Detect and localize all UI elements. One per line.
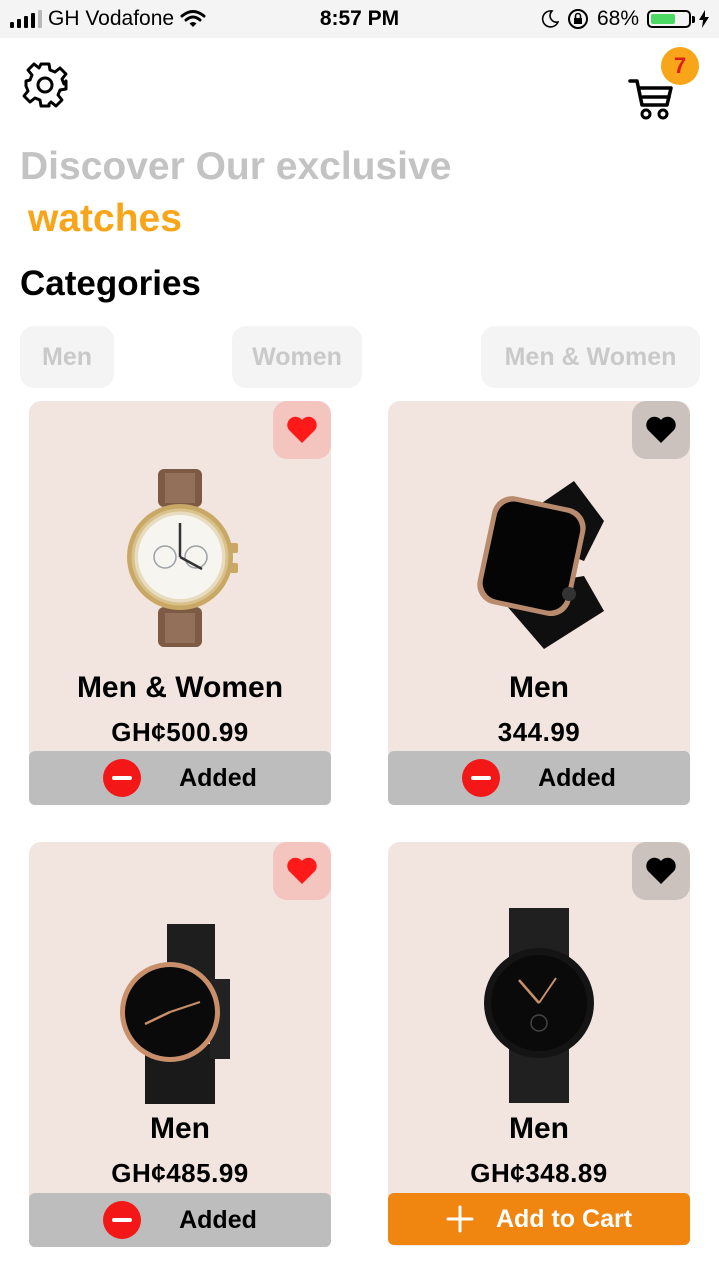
product-title: Men & Women bbox=[76, 671, 284, 704]
minus-circle-icon bbox=[103, 1201, 142, 1239]
product-title: Men bbox=[150, 1112, 210, 1145]
add-to-cart-button[interactable]: Add to Cart bbox=[388, 1193, 690, 1245]
category-chip-women[interactable]: Women bbox=[232, 326, 362, 388]
heart-filled-icon bbox=[646, 857, 676, 884]
product-title: Men bbox=[509, 671, 569, 704]
favorite-button[interactable] bbox=[273, 842, 331, 900]
product-price: GH¢348.89 bbox=[470, 1158, 608, 1188]
cart-action-label: Added bbox=[538, 763, 616, 792]
remove-from-cart-button[interactable]: Added bbox=[388, 751, 690, 805]
product-price: GH¢485.99 bbox=[111, 1158, 249, 1188]
moon-icon bbox=[541, 10, 559, 28]
minus-circle-icon bbox=[103, 759, 142, 797]
favorite-button[interactable] bbox=[632, 842, 690, 900]
favorite-button[interactable] bbox=[632, 401, 690, 459]
cart-count-badge: 7 bbox=[661, 47, 699, 85]
orientation-lock-icon bbox=[567, 9, 588, 29]
heart-filled-icon bbox=[646, 416, 676, 443]
product-card[interactable]: Men GH¢485.99 bbox=[29, 842, 331, 1246]
cart-action-label: Added bbox=[179, 1205, 257, 1234]
product-image-rose-gold-watch bbox=[29, 924, 331, 1104]
heart-filled-icon bbox=[287, 857, 317, 884]
product-image-chronograph bbox=[29, 469, 331, 649]
status-bar: GH Vodafone 8:57 PM 68% bbox=[0, 0, 719, 38]
cart-action-label: Add to Cart bbox=[495, 1204, 633, 1233]
minus-circle-icon bbox=[462, 759, 501, 797]
hero-highlight: watches bbox=[28, 197, 182, 240]
product-price: GH¢500.99 bbox=[111, 717, 249, 747]
gear-icon bbox=[22, 62, 68, 108]
categories-title: Categories bbox=[20, 264, 201, 303]
remove-from-cart-button[interactable]: Added bbox=[29, 1193, 331, 1247]
battery-icon bbox=[647, 10, 695, 28]
product-image-smartwatch bbox=[388, 481, 690, 651]
status-right: 68% bbox=[541, 7, 709, 31]
cart-action-label: Added bbox=[179, 763, 257, 792]
heart-filled-icon bbox=[287, 416, 317, 443]
plus-icon bbox=[446, 1205, 474, 1233]
favorite-button[interactable] bbox=[273, 401, 331, 459]
charging-icon bbox=[699, 10, 709, 28]
battery-percent: 68% bbox=[596, 7, 639, 30]
product-image-black-mesh-watch bbox=[388, 908, 690, 1103]
product-card[interactable]: Men GH¢348.89 bbox=[388, 842, 690, 1246]
category-chip-men-women[interactable]: Men & Women bbox=[481, 326, 700, 388]
settings-button[interactable] bbox=[20, 60, 70, 110]
product-title: Men bbox=[509, 1112, 569, 1145]
hero-heading: Discover Our exclusive bbox=[20, 145, 452, 188]
product-price: 344.99 bbox=[497, 717, 581, 747]
product-card[interactable]: Men & Women GH¢500.99 bbox=[29, 401, 331, 805]
remove-from-cart-button[interactable]: Added bbox=[29, 751, 331, 805]
product-card[interactable]: Men 344.99 bbox=[388, 401, 690, 805]
category-chip-men[interactable]: Men bbox=[20, 326, 114, 388]
